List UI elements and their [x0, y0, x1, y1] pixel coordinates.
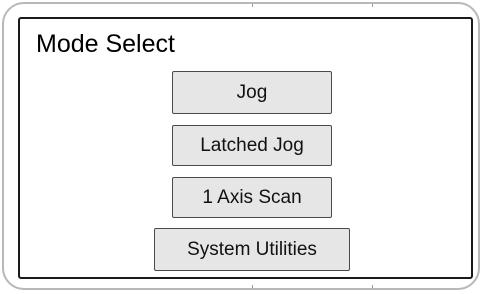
frame-tick — [372, 4, 373, 7]
page-title: Mode Select — [36, 30, 175, 58]
frame-tick — [372, 285, 373, 288]
latched-jog-button[interactable]: Latched Jog — [172, 125, 332, 166]
system-utilities-button[interactable]: System Utilities — [154, 228, 350, 271]
frame-tick — [252, 285, 253, 288]
frame-tick — [252, 4, 253, 7]
one-axis-scan-button[interactable]: 1 Axis Scan — [172, 177, 332, 218]
jog-button[interactable]: Jog — [172, 71, 332, 114]
mode-select-screen: Mode Select Jog Latched Jog 1 Axis Scan … — [18, 17, 473, 279]
